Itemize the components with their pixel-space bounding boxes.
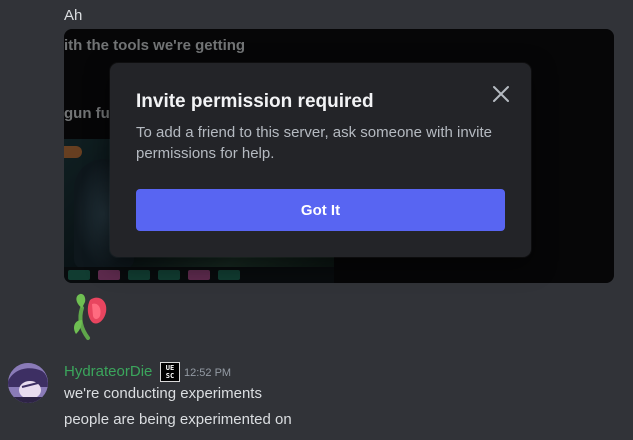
- modal-description: To add a friend to this server, ask some…: [136, 124, 493, 162]
- close-button[interactable]: [488, 81, 514, 107]
- role-badge-text: SC: [165, 372, 175, 380]
- message-text: Ah: [64, 7, 83, 24]
- invite-permission-modal: Invite permission required To add a frie…: [110, 63, 531, 257]
- modal-title: Invite permission required: [136, 91, 374, 112]
- close-icon: [493, 86, 509, 102]
- username[interactable]: HydrateorDie: [64, 363, 152, 380]
- wilted-rose-icon: [74, 293, 107, 340]
- chat-view: Ah ith the tools we're getting gun fuc I…: [0, 0, 633, 440]
- role-badge-icon[interactable]: UE SC: [160, 362, 180, 382]
- role-badge-text: UE: [165, 364, 175, 372]
- got-it-button[interactable]: Got It: [136, 189, 505, 231]
- message-text: people are being experimented on: [64, 411, 292, 428]
- message-text: we're conducting experiments: [64, 385, 262, 402]
- avatar[interactable]: [8, 363, 48, 403]
- timestamp: 12:52 PM: [184, 367, 232, 379]
